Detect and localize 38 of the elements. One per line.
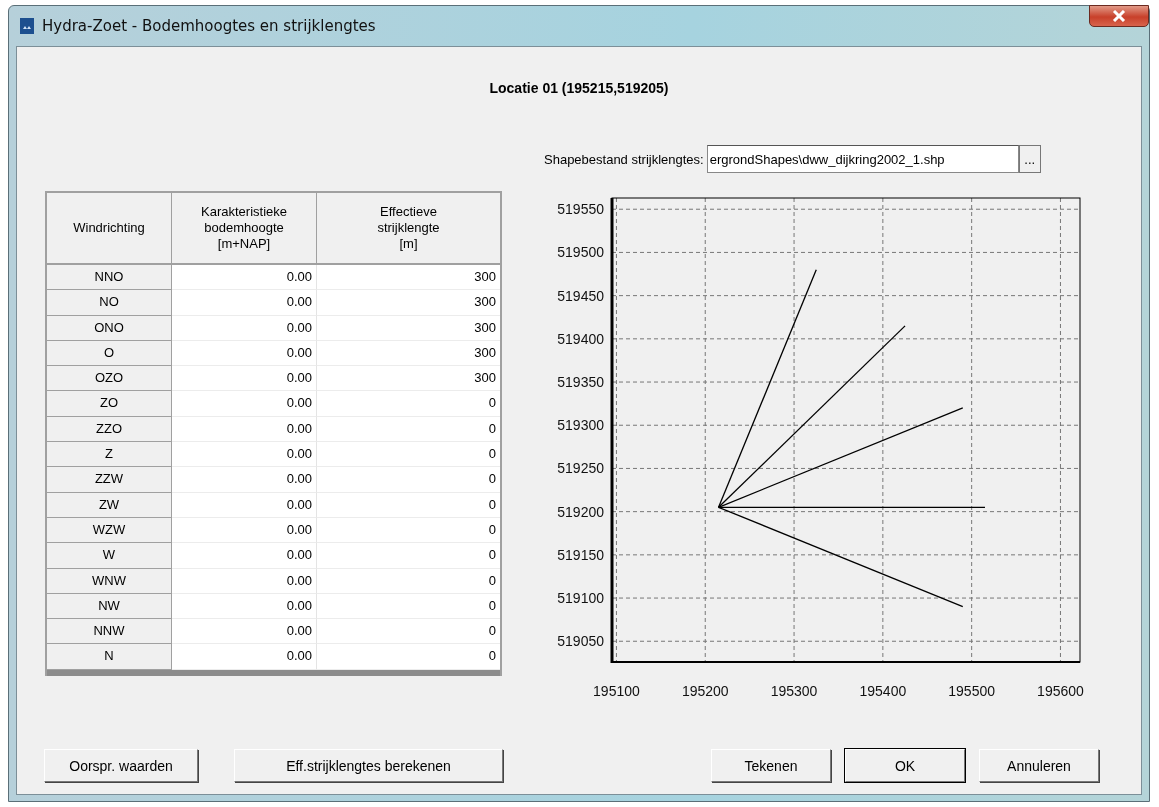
row-header: WZW — [47, 517, 172, 544]
y-tick-label: 519450 — [557, 287, 604, 304]
row-header: N — [47, 644, 172, 670]
window-title: Hydra-Zoet - Bodemhoogtes en strijklengtes — [42, 17, 376, 35]
y-tick-label: 519300 — [557, 417, 604, 434]
y-tick-label: 519150 — [557, 546, 604, 563]
column-header: Windrichting — [47, 193, 172, 265]
row-header: ZO — [47, 391, 172, 417]
row-header: ONO — [47, 315, 172, 341]
y-tick-label: 519250 — [557, 460, 604, 477]
row-header: W — [47, 543, 172, 569]
field-label: Shapebestand strijklengtes: — [544, 151, 704, 167]
row-header: OZO — [47, 366, 172, 392]
y-tick-label: 519350 — [557, 374, 604, 391]
row-header: ZZW — [47, 467, 172, 493]
x-tick-label: 195400 — [859, 683, 907, 699]
y-tick-label: 519400 — [557, 330, 604, 347]
row-header: NW — [47, 593, 172, 620]
x-tick-label: 195200 — [681, 683, 729, 699]
y-tick-label: 519500 — [557, 244, 604, 261]
row-header: NNO — [47, 265, 172, 291]
x-tick-label: 195500 — [948, 683, 995, 699]
row-header: O — [47, 340, 172, 367]
row-header: Z — [47, 442, 172, 468]
row-header: NNW — [47, 619, 172, 645]
row-header: NO — [47, 290, 172, 316]
row-header: ZZO — [47, 416, 172, 443]
location-heading: Locatie 01 (195215,519205) — [488, 80, 670, 98]
row-header: ZW — [47, 492, 172, 518]
x-tick-label: 195100 — [593, 683, 640, 699]
x-tick-label: 195600 — [1037, 683, 1084, 699]
column-header: Karakteristieke bodemhoogte [m+NAP] — [172, 193, 317, 265]
y-tick-label: 519050 — [557, 633, 604, 650]
y-tick-label: 519200 — [557, 503, 604, 520]
row-header: WNW — [47, 568, 172, 594]
y-tick-label: 519550 — [557, 201, 604, 218]
y-tick-label: 519100 — [557, 590, 604, 607]
x-tick-label: 195300 — [770, 683, 818, 699]
